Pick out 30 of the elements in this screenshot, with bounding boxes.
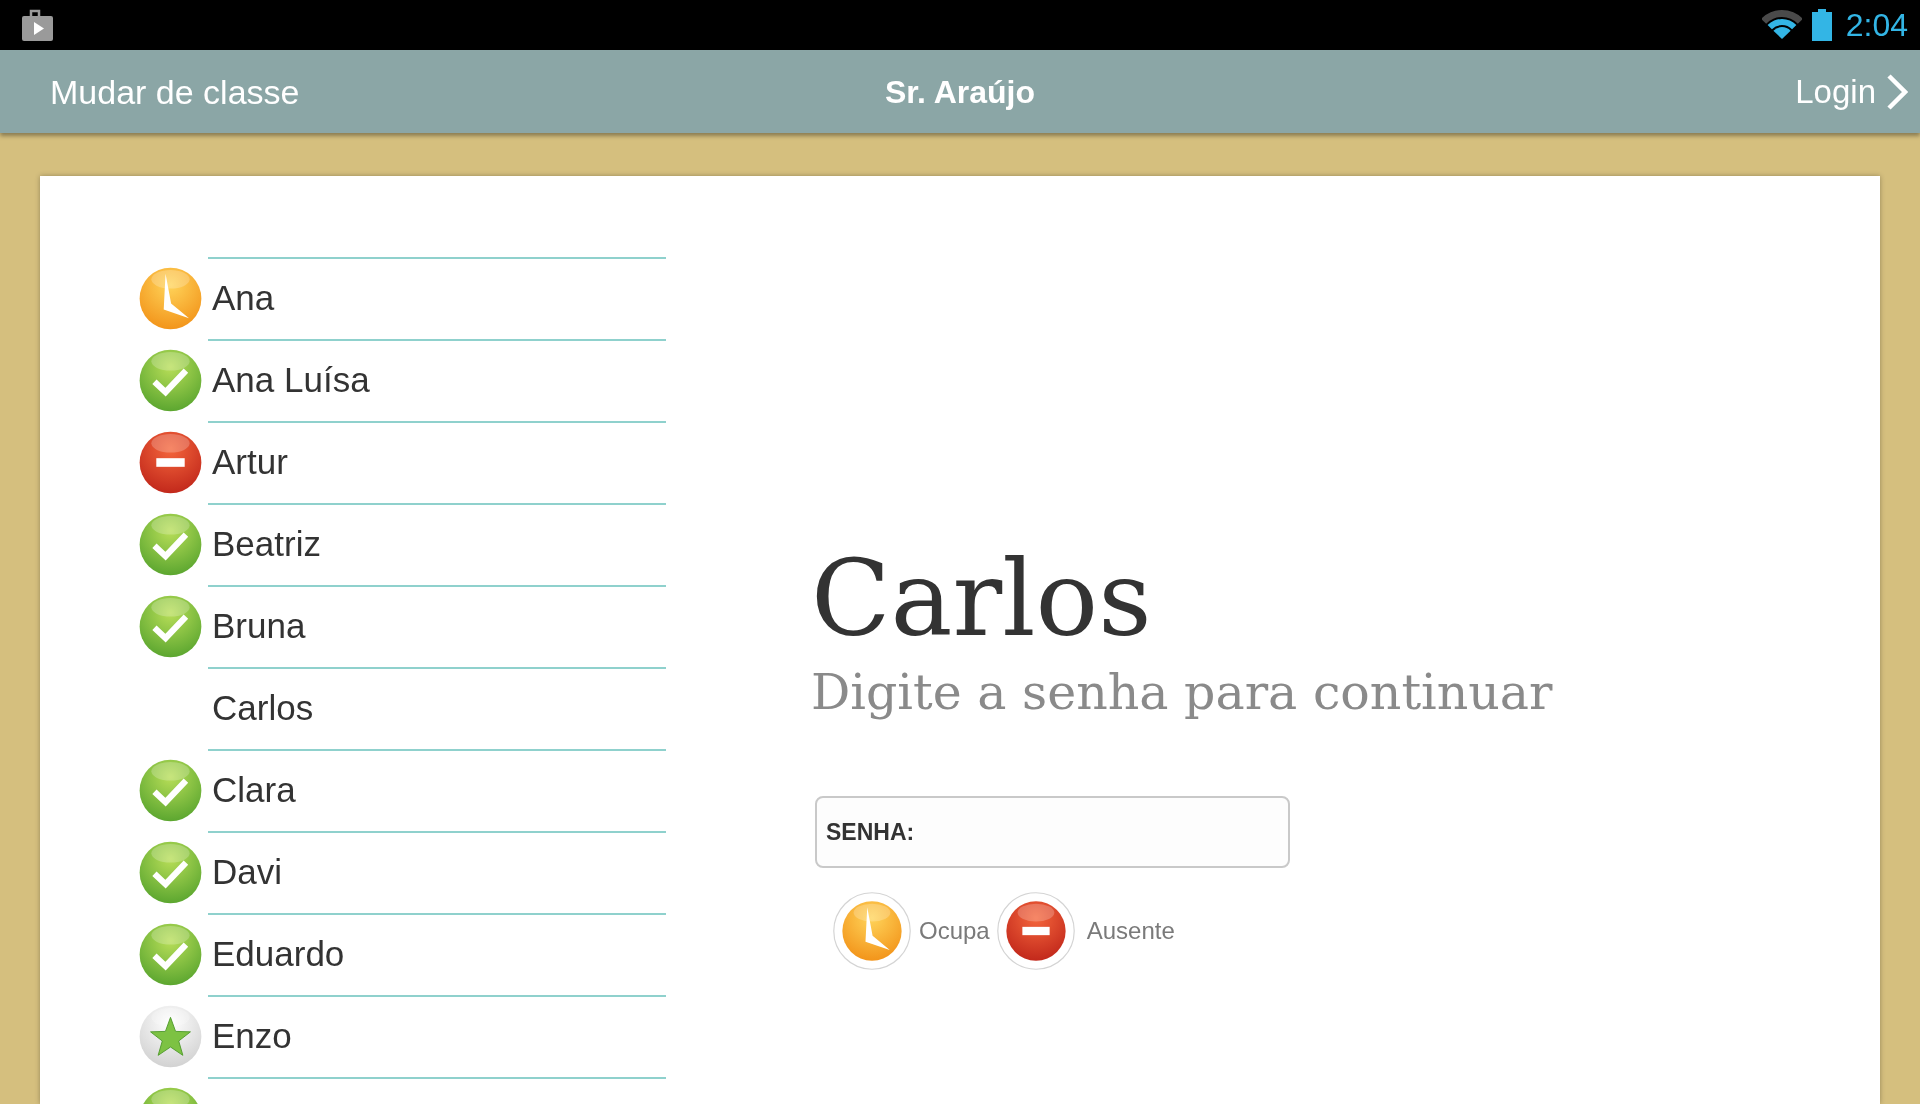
password-field[interactable]: SENHA: [815,796,1290,868]
check-icon [139,922,202,986]
play-bag-icon[interactable] [22,9,53,41]
check-icon [139,594,202,658]
battery-icon [1811,9,1832,41]
no-entry-icon [139,430,202,494]
header-title: Sr. Araújo [885,75,1035,108]
student-heading: Carlos [811,547,1152,651]
check-icon [139,840,202,904]
check-icon [139,348,202,412]
clock-icon [833,892,911,970]
student-name[interactable]: Beatriz [212,525,321,561]
status-button[interactable]: Ausente [996,892,1175,970]
clock-time: 2:04 [1845,9,1908,41]
student-name[interactable]: Ana Luísa [212,361,370,397]
student-name[interactable]: Clara [212,771,296,807]
student-name[interactable]: Davi [212,853,283,889]
check-icon [139,758,202,822]
student-name[interactable]: Bruna [212,607,306,643]
wifi-icon [1761,10,1802,40]
student-name[interactable]: Ana [212,279,275,315]
student-name[interactable]: Artur [212,443,288,479]
student-name[interactable]: Carlos [212,689,314,725]
clock-icon [139,266,202,330]
chevron-right-icon [1886,72,1908,111]
check-icon [139,512,202,576]
no-entry-icon [996,892,1075,970]
student-name[interactable]: Enzo [212,1017,292,1053]
status-button[interactable]: Ocupa [833,892,990,970]
student-name[interactable]: Eduardo [212,935,345,971]
